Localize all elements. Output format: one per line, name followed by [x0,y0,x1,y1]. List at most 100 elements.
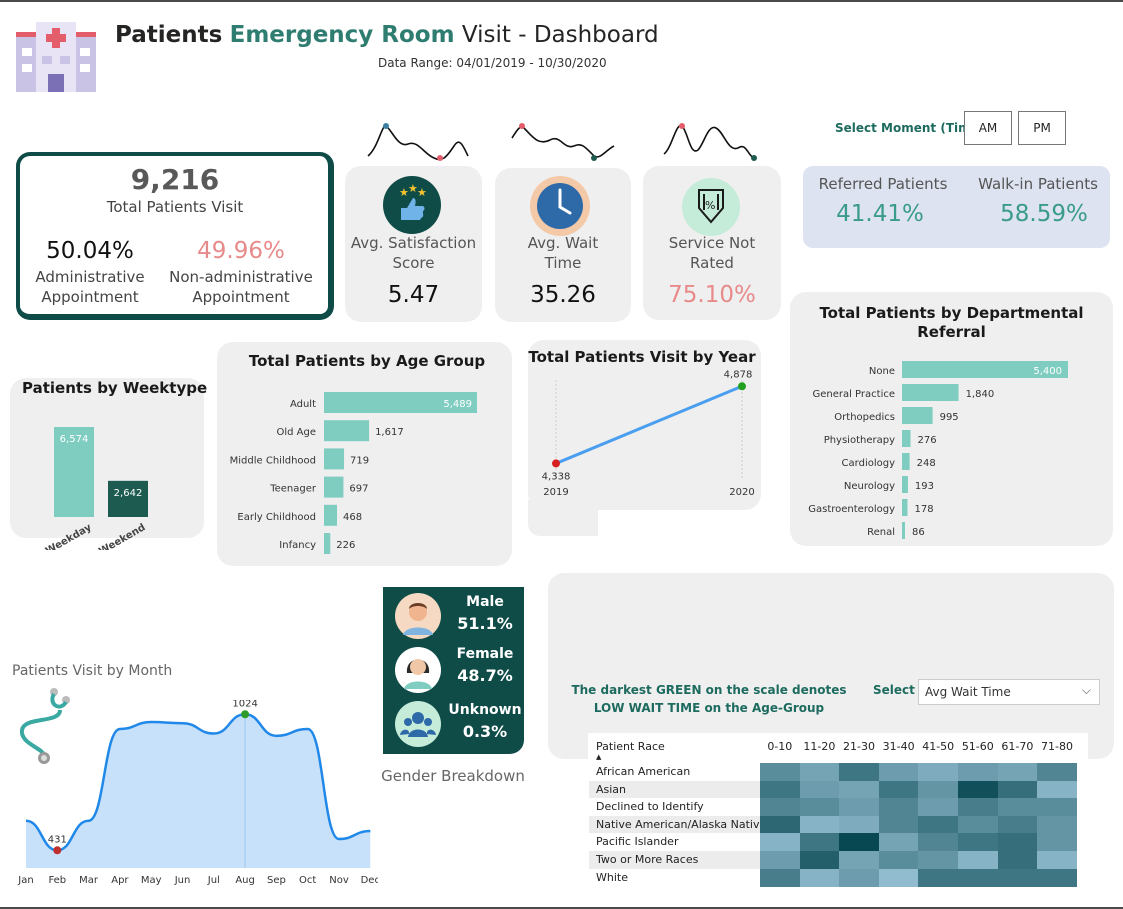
total-value: 9,216 [130,163,220,196]
am-button[interactable]: AM [964,111,1012,145]
heatmap-cell[interactable] [997,780,1038,799]
heatmap-row-label: White [596,870,628,884]
heatmap-cell[interactable] [1037,798,1077,817]
heatmap-cell[interactable] [1037,815,1077,834]
heatmap-cell[interactable] [958,833,998,852]
heatmap-cell[interactable] [918,780,958,799]
heatmap-row[interactable]: Asian [589,780,1077,799]
heatmap-cell[interactable] [878,815,919,834]
heatmap-cell[interactable] [878,763,919,781]
heatmap-cell[interactable] [878,868,919,887]
heatmap-cell[interactable] [760,780,800,799]
year-point[interactable] [552,459,560,468]
female-value: 48.7% [457,666,513,685]
age-bar[interactable] [324,533,331,554]
age-bar[interactable] [324,504,338,526]
heatmap-row[interactable]: Declined to Identify [589,798,1077,817]
age-bar[interactable] [324,420,370,442]
heatmap-cell[interactable] [799,763,840,781]
heatmap-cell[interactable] [958,851,998,869]
heatmap-cell[interactable] [918,851,958,869]
heatmap-cell[interactable] [839,851,879,869]
not-rated-label-1: Service Not [668,234,756,252]
heatmap-cell[interactable] [997,815,1038,834]
department-bar[interactable] [902,522,905,539]
year-point[interactable] [738,382,746,391]
heatmap-cell[interactable] [1037,833,1077,852]
heatmap-cell[interactable] [918,833,958,852]
heatmap-cell[interactable] [918,763,958,781]
heatmap-cell[interactable] [839,833,879,852]
heatmap-cell[interactable] [760,798,800,817]
heatmap-cell[interactable] [997,868,1038,887]
heatmap-cell[interactable] [918,868,958,887]
sort-icon[interactable]: ▲ [596,753,601,761]
heatmap-cell[interactable] [839,763,879,781]
age-value-label: 697 [349,484,368,495]
heatmap-cell[interactable] [878,780,919,799]
heatmap-cell[interactable] [839,815,879,834]
heatmap-cell[interactable] [760,868,800,887]
heatmap-cell[interactable] [958,815,998,834]
department-bar[interactable] [902,430,911,447]
heatmap-cell[interactable] [799,868,840,887]
heatmap-cell[interactable] [799,798,840,817]
heatmap-cell[interactable] [1037,868,1077,887]
wait-value: 35.26 [530,282,596,308]
heatmap-cell[interactable] [1037,851,1077,869]
heatmap-row[interactable]: Native American/Alaska Native [589,815,1077,834]
heatmap-cell[interactable] [760,763,800,781]
department-bar[interactable] [902,453,910,470]
heatmap-cell[interactable] [997,763,1038,781]
heatmap-cell[interactable] [958,780,998,799]
heatmap-cell[interactable] [958,868,998,887]
male-value: 51.1% [457,614,513,633]
heatmap-cell[interactable] [878,851,919,869]
metric-select[interactable]: Avg Wait Time ⌵ [918,679,1100,705]
heatmap-cell[interactable] [799,851,840,869]
heatmap-cell[interactable] [918,798,958,817]
satisfaction-label-1: Avg. Satisfaction [350,234,477,252]
heatmap-cell[interactable] [997,851,1038,869]
heatmap-row[interactable]: African American [589,763,1077,781]
heatmap-cell[interactable] [878,798,919,817]
referred-label: Referred Patients [818,175,948,193]
heatmap-cell[interactable] [799,780,840,799]
heatmap-cell[interactable] [997,833,1038,852]
heatmap-cell[interactable] [958,763,998,781]
age-group-title: Total Patients by Age Group [248,352,486,370]
heatmap-column-header: 61-70 [1001,740,1034,753]
heatmap-cell[interactable] [799,833,840,852]
heatmap-cell[interactable] [839,798,879,817]
department-axis-label: Orthopedics [834,412,895,423]
heatmap-cell[interactable] [1037,763,1077,781]
heatmap-cell[interactable] [760,851,800,869]
age-bar[interactable] [324,448,345,470]
heatmap-cell[interactable] [799,815,840,834]
department-bar[interactable] [902,407,933,424]
weektype-bar[interactable] [108,480,148,517]
heatmap-cell[interactable] [958,798,998,817]
heatmap-cell[interactable] [1037,780,1077,799]
heatmap-row[interactable]: Two or More Races [589,851,1077,869]
heatmap-row-header[interactable]: Patient Race [596,740,665,753]
heatmap-cell[interactable] [839,780,879,799]
heatmap-row[interactable]: White [589,868,1077,887]
age-bar[interactable] [324,476,344,498]
department-bar[interactable] [902,384,959,401]
heatmap-row-label: Pacific Islander [596,835,679,849]
department-bar[interactable] [902,499,908,516]
heatmap-cell[interactable] [878,833,919,852]
month-max-point[interactable] [241,710,250,719]
month-axis-label: Dec [361,875,378,886]
heatmap-cell[interactable] [760,833,800,852]
heatmap-cell[interactable] [997,798,1038,817]
pm-button[interactable]: PM [1018,111,1066,145]
department-bar[interactable] [902,476,908,493]
heatmap-cell[interactable] [918,815,958,834]
month-min-point[interactable] [53,846,62,855]
department-axis-label: Gastroenterology [808,504,895,515]
heatmap-row[interactable]: Pacific Islander [589,833,1077,852]
heatmap-cell[interactable] [839,868,879,887]
heatmap-cell[interactable] [760,815,800,834]
